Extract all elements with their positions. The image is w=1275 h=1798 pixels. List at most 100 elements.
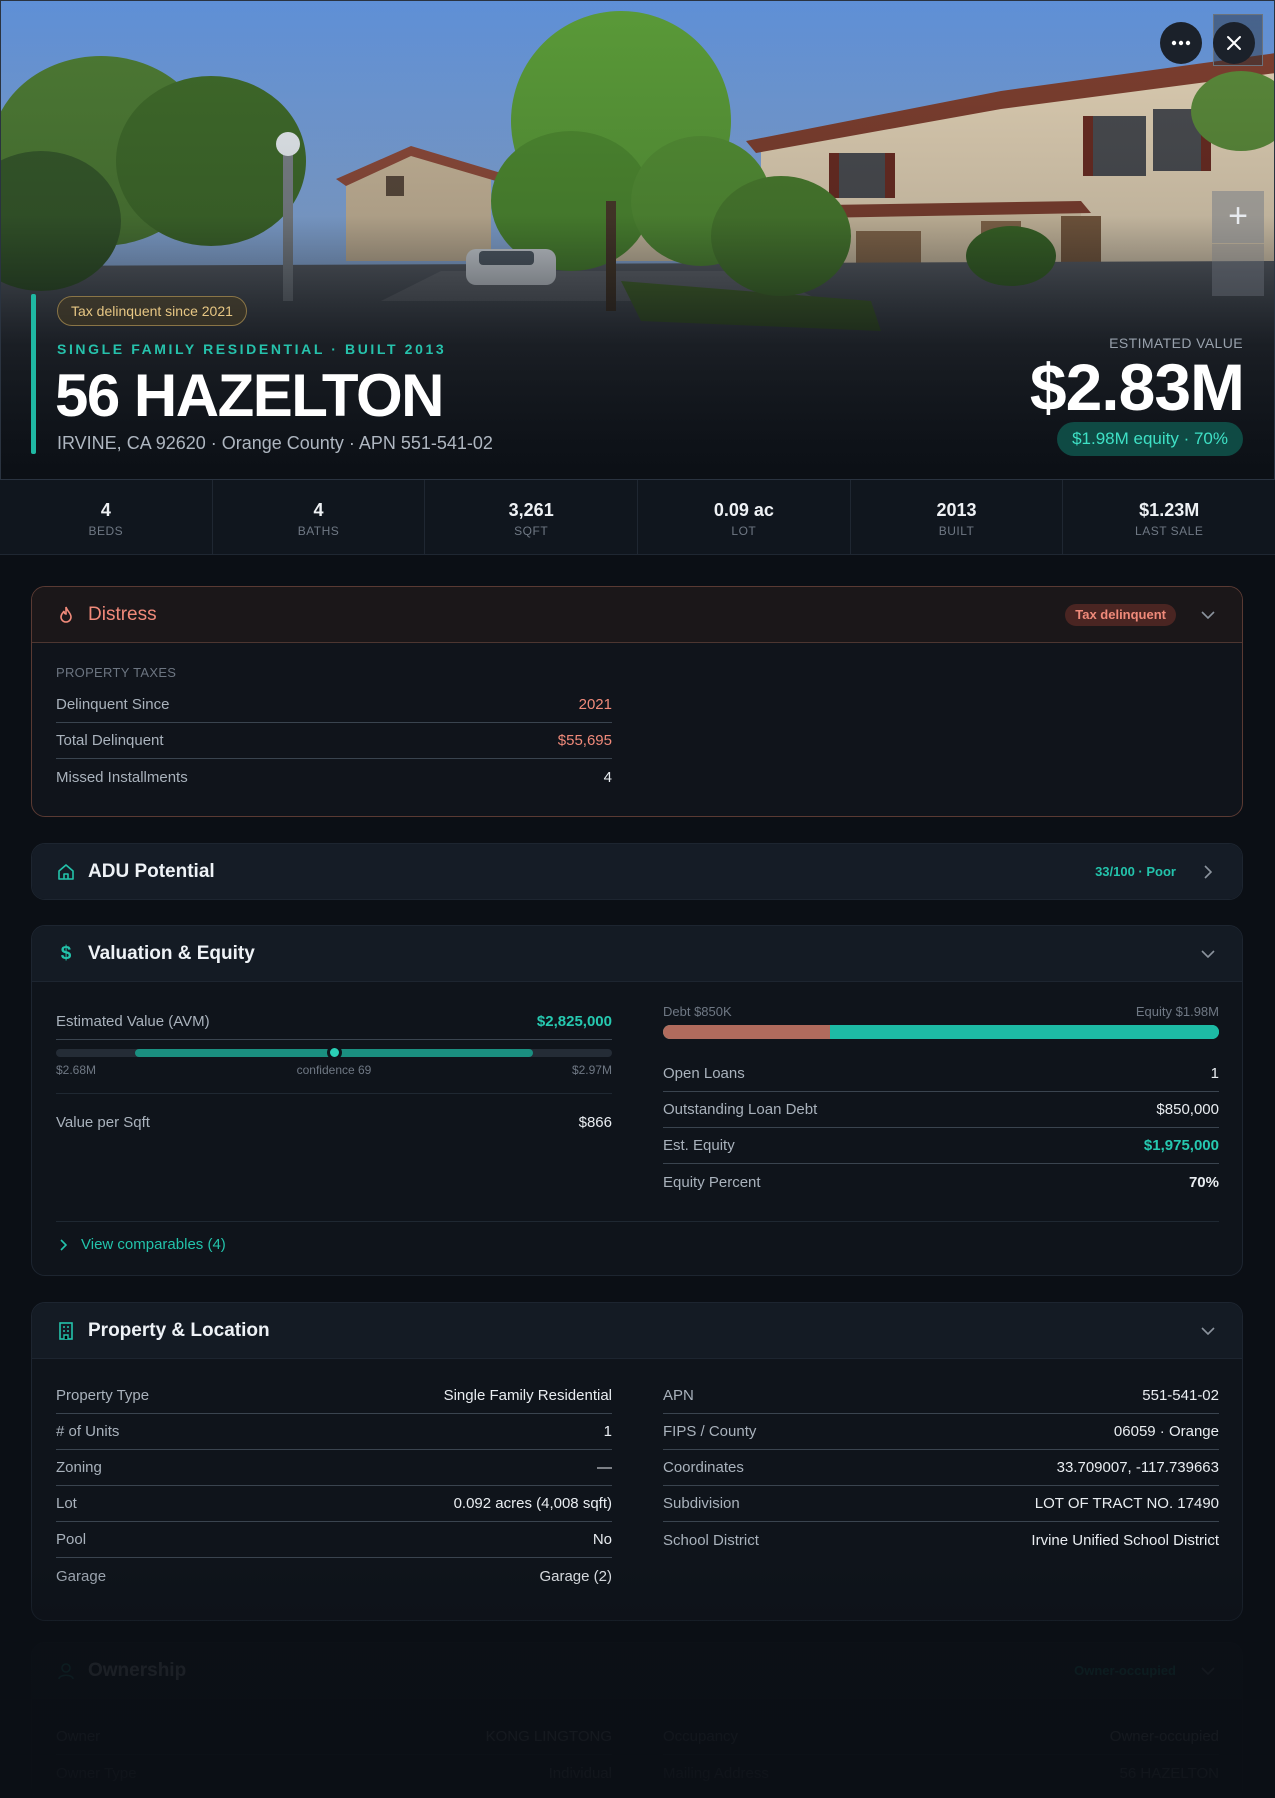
stat-value: 4 (313, 500, 324, 520)
row-value: $866 (578, 1113, 612, 1131)
property-address-title: 56 HAZELTON (55, 362, 445, 429)
row-label: FIPS / County (663, 1423, 757, 1440)
debt-equity-bar (663, 1025, 1219, 1039)
row-value: $55,695 (557, 732, 612, 749)
stat-sqft: 3,261 SQFT (425, 480, 639, 554)
list-item: Open Loans 1 (663, 1056, 1219, 1092)
list-item: Owner KONG LINGTONG (56, 1719, 612, 1755)
property-location-subtitle: IRVINE, CA 92620 · Orange County · APN 5… (57, 433, 493, 453)
avm-row: Estimated Value (AVM) $2,825,000 (56, 1004, 612, 1040)
avm-range-labels: $2.68M confidence 69 $2.97M (56, 1063, 612, 1077)
estimated-value: $2.83M (1029, 350, 1245, 424)
row-value: Garage (2) (539, 1567, 612, 1585)
row-value: 2021 (578, 696, 612, 713)
property-location-card: Property & Location Property Type Single … (31, 1302, 1243, 1621)
chevron-right-icon[interactable] (1198, 862, 1218, 882)
debt-segment (663, 1025, 830, 1039)
adu-card-header[interactable]: ADU Potential 33/100 · Poor (32, 844, 1242, 899)
list-item: Mailing Address 56 HAZELTON (663, 1755, 1219, 1791)
debt-equity-labels: Debt $850K Equity $1.98M (663, 1004, 1219, 1019)
close-icon (1227, 36, 1241, 50)
stat-value: 4 (100, 500, 111, 520)
zoom-out-button[interactable] (1212, 244, 1264, 296)
avm-value: $2,825,000 (536, 1013, 612, 1030)
row-label: Occupancy (663, 1728, 739, 1745)
dollar-icon: $ (60, 942, 72, 964)
chevron-down-icon[interactable] (1198, 944, 1218, 964)
row-label: APN (663, 1387, 694, 1404)
list-item: Est. Equity $1,975,000 (663, 1128, 1219, 1164)
row-value: 06059 · Orange (1113, 1423, 1219, 1440)
list-item: Outstanding Loan Debt $850,000 (663, 1092, 1219, 1128)
debt-label: Debt $850K (663, 1004, 732, 1019)
stat-value: 3,261 (508, 500, 554, 520)
list-item: Occupancy Owner-occupied (663, 1719, 1219, 1755)
plus-icon: + (1228, 197, 1248, 235)
chevron-right-icon (60, 1238, 67, 1251)
row-label: School District (663, 1531, 759, 1549)
view-comparables-link[interactable]: View comparables (4) (60, 1236, 226, 1253)
row-label: Est. Equity (663, 1137, 735, 1154)
range-low-label: $2.68M (56, 1063, 97, 1077)
building-icon (56, 1321, 76, 1341)
ellipsis-icon (1171, 40, 1191, 46)
distress-card-header[interactable]: Distress Tax delinquent (32, 587, 1242, 643)
row-label: Property Type (56, 1387, 150, 1404)
list-item: Total Delinquent $55,695 (56, 723, 612, 759)
valuation-card-header[interactable]: $ Valuation & Equity (32, 926, 1242, 982)
avm-label: Estimated Value (AVM) (56, 1013, 210, 1030)
more-options-button[interactable] (1160, 22, 1202, 64)
stat-label: BUILT (938, 524, 975, 538)
adu-potential-card[interactable]: ADU Potential 33/100 · Poor (31, 843, 1243, 900)
hero-accent-bar (31, 294, 36, 454)
ownership-title: Ownership (88, 1659, 187, 1681)
row-label: Mailing Address (663, 1764, 769, 1782)
flame-icon (56, 605, 76, 625)
row-value: LOT OF TRACT NO. 17490 (1034, 1495, 1219, 1512)
chevron-down-icon[interactable] (1198, 605, 1218, 625)
row-value: Single Family Residential (443, 1387, 612, 1404)
property-details-list: Property Type Single Family Residential #… (56, 1378, 612, 1594)
property-card-header[interactable]: Property & Location (32, 1303, 1242, 1359)
stat-label: SQFT (514, 524, 549, 538)
valuation-title: Valuation & Equity (88, 942, 255, 964)
value-per-sqft-section: Value per Sqft $866 (56, 1104, 612, 1140)
row-value: No (592, 1531, 612, 1548)
adu-score-badge: 33/100 · Poor (1095, 864, 1176, 879)
stat-lot: 0.09 ac LOT (638, 480, 851, 554)
chevron-down-icon[interactable] (1198, 1321, 1218, 1341)
property-title: Property & Location (88, 1319, 270, 1341)
row-value: Owner-occupied (1109, 1728, 1219, 1745)
list-item: Lot 0.092 acres (4,008 sqft) (56, 1486, 612, 1522)
row-label: Value per Sqft (56, 1113, 150, 1131)
list-item: Missed Installments 4 (56, 759, 612, 795)
list-item: FIPS / County 06059 · Orange (663, 1414, 1219, 1450)
row-label: Pool (56, 1531, 87, 1548)
list-item: Coordinates 33.709007, -117.739663 (663, 1450, 1219, 1486)
list-item: Subdivision LOT OF TRACT NO. 17490 (663, 1486, 1219, 1522)
row-value: 551-541-02 (1142, 1387, 1219, 1404)
list-item: APN 551-541-02 (663, 1378, 1219, 1414)
stat-beds: 4 BEDS (0, 480, 213, 554)
stat-value: 2013 (936, 500, 977, 520)
equity-label: Equity $1.98M (1135, 1004, 1219, 1019)
property-taxes-list: Delinquent Since 2021 Total Delinquent $… (56, 687, 612, 795)
close-button[interactable] (1213, 22, 1255, 64)
zoom-in-button[interactable]: + (1212, 191, 1264, 243)
divider (56, 1221, 1219, 1222)
list-item: Zoning — (56, 1450, 612, 1486)
occupancy-details-list: Occupancy Owner-occupied Mailing Address 5… (663, 1719, 1219, 1791)
home-icon (56, 862, 76, 882)
tax-delinquent-badge: Tax delinquent (1065, 603, 1176, 626)
confidence-label: confidence 69 (296, 1063, 372, 1077)
list-item: Owner Type Individual (56, 1755, 612, 1791)
row-label: Open Loans (663, 1065, 745, 1082)
avm-section: Estimated Value (AVM) $2,825,000 (56, 1004, 612, 1040)
row-label: Subdivision (663, 1495, 740, 1512)
row-value: 0.092 acres (4,008 sqft) (453, 1495, 612, 1512)
list-item: Pool No (56, 1522, 612, 1558)
ownership-card-header[interactable]: Ownership Owner-occupied (32, 1643, 1242, 1699)
list-item: Property Type Single Family Residential (56, 1378, 612, 1414)
row-value: $1,975,000 (1143, 1137, 1219, 1154)
chevron-down-icon[interactable] (1198, 1661, 1218, 1681)
